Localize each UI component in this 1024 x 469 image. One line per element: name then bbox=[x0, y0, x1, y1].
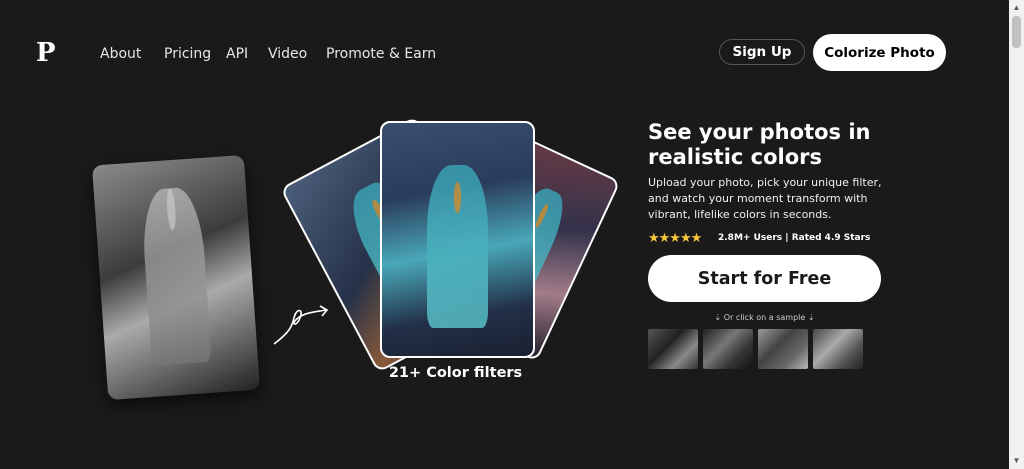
hero-title: See your photos in realistic colors bbox=[648, 120, 871, 169]
rating-text: 2.8M+ Users | Rated 4.9 Stars bbox=[718, 233, 871, 243]
scrollbar[interactable] bbox=[1009, 0, 1024, 469]
sample-thumbnail[interactable] bbox=[648, 329, 698, 369]
start-for-free-button[interactable]: Start for Free bbox=[648, 255, 881, 302]
scrollbar-thumb[interactable] bbox=[1012, 16, 1021, 48]
hero-description: Upload your photo, pick your unique filt… bbox=[648, 176, 882, 221]
arrow-squiggle-icon bbox=[273, 305, 329, 345]
scroll-down-icon[interactable]: ▼ bbox=[1012, 456, 1021, 465]
filters-caption: 21+ Color filters bbox=[388, 365, 523, 381]
color-filter-card-main bbox=[380, 121, 535, 358]
scroll-up-icon[interactable]: ▲ bbox=[1012, 3, 1021, 12]
nav-promote-earn[interactable]: Promote & Earn bbox=[326, 46, 436, 62]
logo[interactable]: P bbox=[36, 38, 56, 68]
nav-about[interactable]: About bbox=[100, 46, 141, 62]
sample-thumbnail[interactable] bbox=[813, 329, 863, 369]
sample-thumbnail[interactable] bbox=[758, 329, 808, 369]
colorize-photo-button[interactable]: Colorize Photo bbox=[813, 34, 946, 71]
sample-note: ⇣ Or click on a sample ⇣ bbox=[714, 313, 815, 322]
sample-thumbnail[interactable] bbox=[703, 329, 753, 369]
nav-api[interactable]: API bbox=[226, 46, 248, 62]
bw-sample-photo bbox=[91, 154, 261, 401]
nav-pricing[interactable]: Pricing bbox=[164, 46, 211, 62]
nav-video[interactable]: Video bbox=[268, 46, 307, 62]
signup-button[interactable]: Sign Up bbox=[719, 39, 805, 65]
rating-stars: ★★★★★ bbox=[648, 230, 702, 245]
